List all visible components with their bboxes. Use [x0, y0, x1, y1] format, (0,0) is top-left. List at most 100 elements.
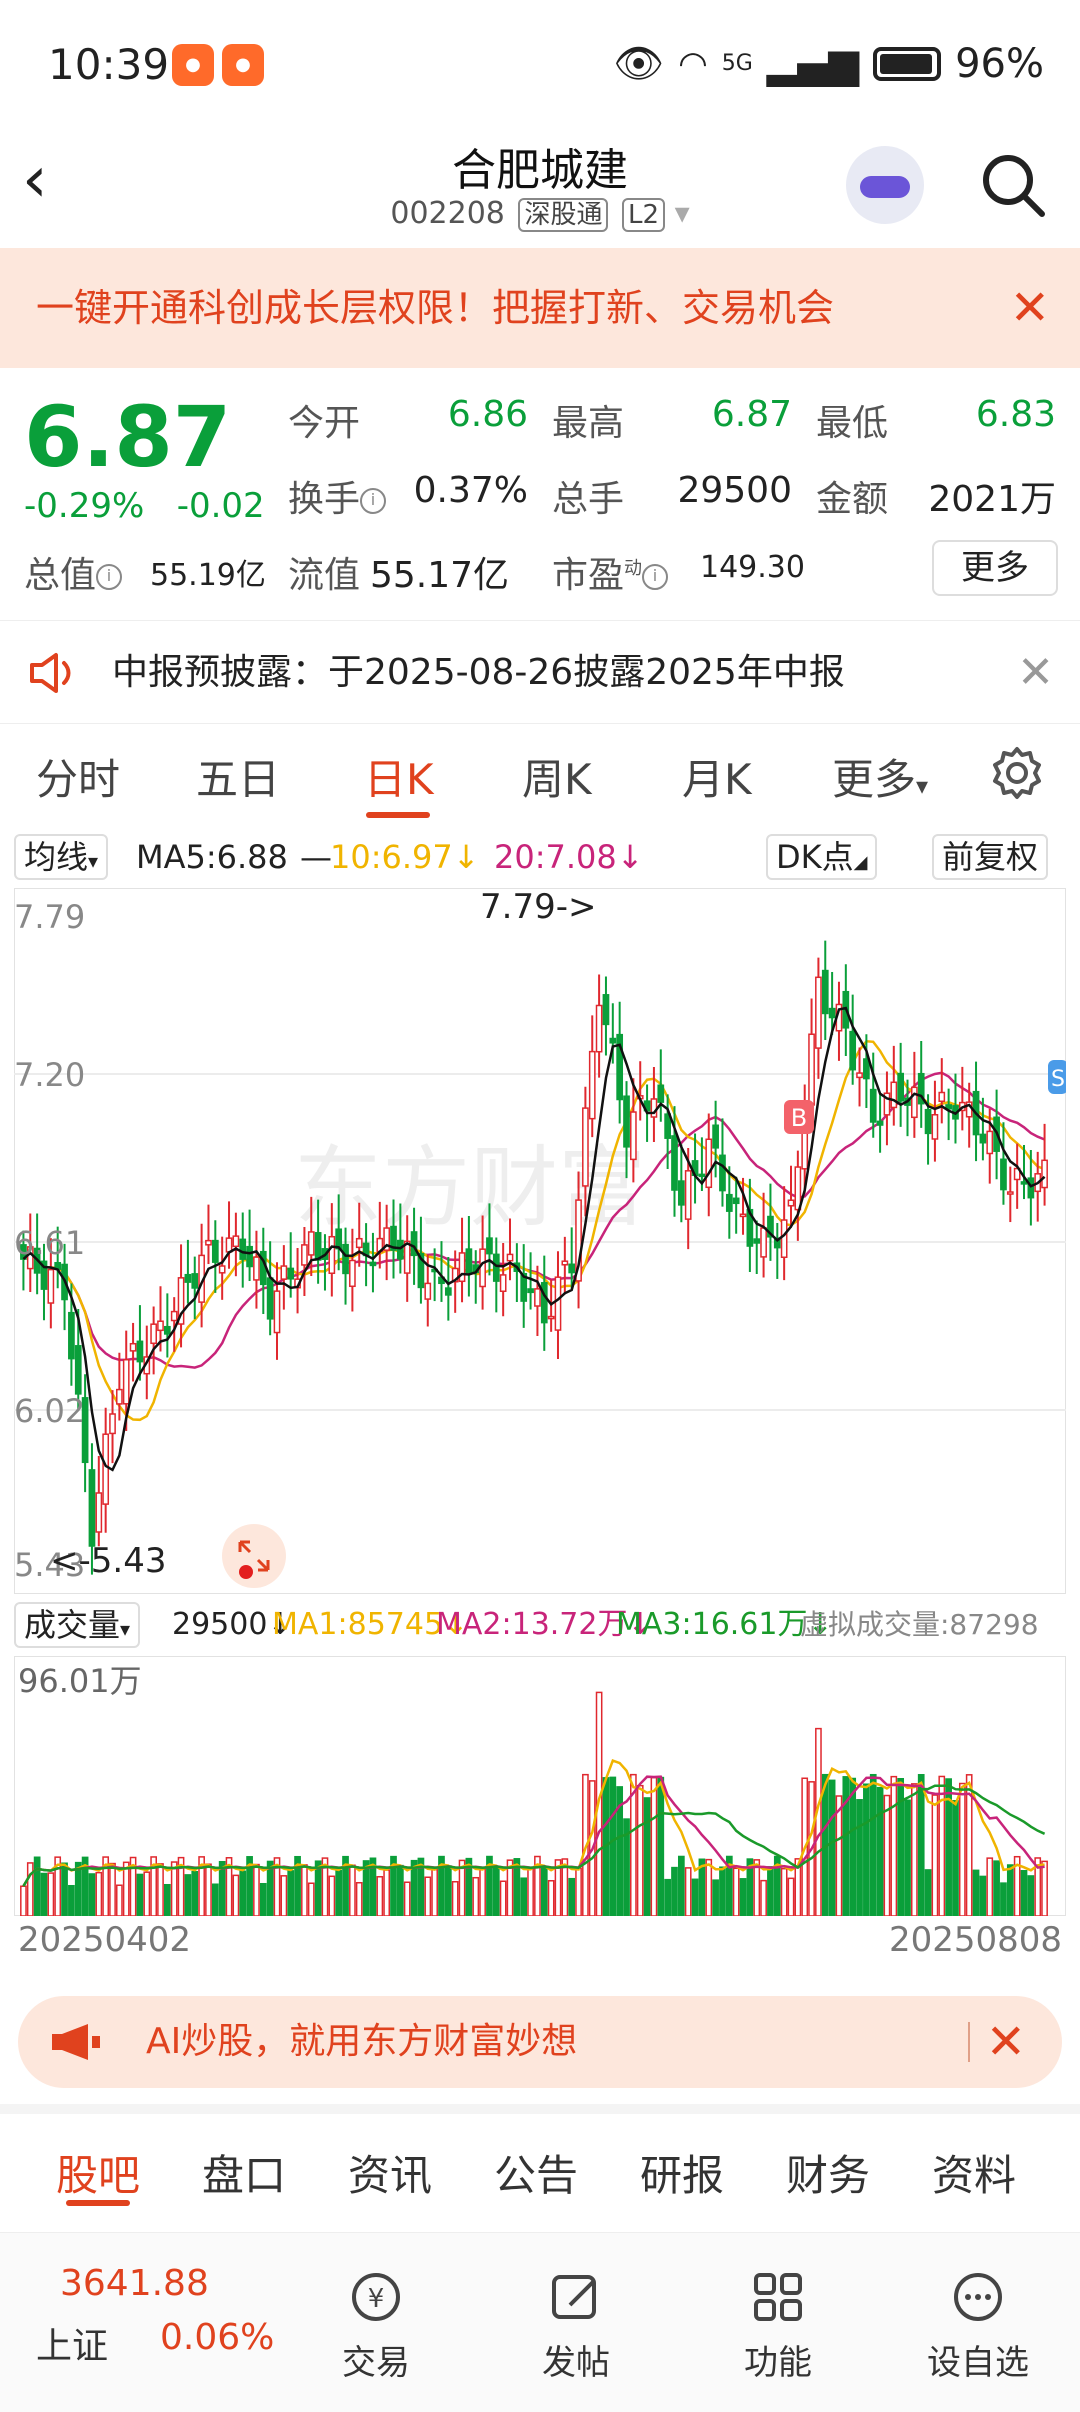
price-change: -0.29% -0.02: [24, 486, 265, 526]
volume-bar: [26, 1862, 34, 1916]
tab-news[interactable]: 资讯: [348, 2142, 432, 2203]
candle-body: [815, 976, 822, 1049]
tab-profile[interactable]: 资料: [932, 2142, 1016, 2203]
index-value: 3641.88: [60, 2263, 209, 2304]
mktcap-label[interactable]: 总值 i: [24, 546, 123, 598]
more-dots-icon: [954, 2273, 1002, 2321]
close-icon[interactable]: ✕: [986, 1996, 1026, 2088]
volume-bar: [472, 1876, 480, 1916]
index-percent: 0.06%: [160, 2317, 275, 2358]
volume-bar: [540, 1865, 548, 1916]
volume-bar: [239, 1870, 247, 1916]
candle-body: [444, 1287, 452, 1296]
y-tick-label: 7.79: [14, 898, 85, 936]
candle-body: [266, 1277, 274, 1320]
candle-body: [150, 1323, 157, 1345]
sell-marker: S: [1048, 1060, 1066, 1094]
tab-forum[interactable]: 股吧: [56, 2142, 140, 2203]
candle-body: [116, 1388, 123, 1405]
signal-label: 5G: [721, 51, 753, 76]
candlestick-chart[interactable]: 东方财富 7.797.206.616.025.43 7.79-> <-5.43 …: [14, 888, 1066, 1594]
candle-body: [568, 1263, 576, 1274]
volume-bar: [732, 1867, 740, 1916]
megaphone-icon: [52, 2024, 100, 2060]
quote-panel: 6.87 -0.29% -0.02 今开 6.86 最高 6.87 最低 6.8…: [0, 368, 1080, 618]
candle-body: [554, 1276, 562, 1331]
volume-bar: [74, 1861, 82, 1916]
volume-bar: [890, 1775, 898, 1916]
info-icon[interactable]: i: [360, 488, 387, 514]
volume-bar: [931, 1794, 939, 1916]
tab-orderbook[interactable]: 盘口: [202, 2142, 286, 2203]
promo-banner[interactable]: 一键开通科创成长层权限！把握打新、交易机会 ✕: [0, 248, 1080, 368]
volume-bar: [753, 1859, 761, 1916]
volume-bar: [47, 1872, 55, 1916]
candle-body: [780, 1219, 788, 1258]
high-label: 最高: [552, 403, 625, 444]
add-watchlist-button[interactable]: 设自选: [898, 2269, 1058, 2384]
svg-text:S: S: [1051, 1067, 1065, 1092]
volume-bar: [568, 1877, 576, 1916]
wifi-icon: ◠: [678, 43, 708, 84]
trade-button[interactable]: ¥ 交易: [296, 2269, 456, 2384]
volume-bar: [403, 1881, 411, 1916]
change-value: -0.02: [176, 486, 265, 526]
volume-bar: [109, 1862, 116, 1916]
dk-point-select[interactable]: DK点◢: [766, 834, 878, 880]
more-button[interactable]: 更多: [932, 540, 1058, 596]
candle-body: [753, 1238, 761, 1244]
tab-financials[interactable]: 财务: [786, 2142, 870, 2203]
divider: [968, 2022, 970, 2062]
tab-weekly-k[interactable]: 周K: [522, 746, 592, 807]
volume-indicator-select[interactable]: 成交量▾: [14, 1602, 141, 1648]
adjust-select[interactable]: 前复权: [932, 834, 1049, 880]
candle-body: [657, 1084, 665, 1103]
volume-bar: [609, 1776, 617, 1916]
tab-five-day[interactable]: 五日: [196, 746, 280, 807]
candle-body: [808, 1033, 815, 1106]
candle-body: [246, 1245, 253, 1268]
ma20-value: 20:7.08↓: [494, 838, 644, 876]
post-button[interactable]: 发帖: [496, 2269, 656, 2384]
close-icon[interactable]: ✕: [1010, 248, 1050, 368]
candle-body: [869, 1088, 877, 1123]
tab-research[interactable]: 研报: [640, 2142, 724, 2203]
volume-bar: [349, 1864, 356, 1916]
volume-bar: [849, 1777, 857, 1916]
candle-body: [232, 1235, 240, 1248]
ai-assistant-icon[interactable]: [846, 146, 924, 224]
volume-bar: [492, 1865, 500, 1916]
volume-bar: [780, 1867, 788, 1916]
tab-daily-k[interactable]: 日K: [364, 746, 434, 807]
search-icon[interactable]: [978, 150, 1048, 220]
volume-bar: [205, 1863, 212, 1916]
expand-icon[interactable]: [222, 1524, 286, 1588]
close-icon[interactable]: ✕: [1017, 621, 1054, 725]
settings-gear-icon[interactable]: [988, 744, 1046, 802]
volume-chart[interactable]: 96.01万: [14, 1656, 1066, 1916]
volume-max-label: 96.01万: [18, 1662, 142, 1700]
tab-intraday[interactable]: 分时: [36, 746, 120, 807]
add-watchlist-label: 设自选: [927, 2343, 1029, 2383]
tab-announcements[interactable]: 公告: [494, 2142, 578, 2203]
candle-body: [986, 1130, 994, 1155]
candle-body: [355, 1237, 363, 1249]
pe-label[interactable]: 市盈动 i: [552, 546, 669, 598]
turnover-label[interactable]: 换手 i: [288, 470, 387, 522]
info-icon[interactable]: i: [642, 564, 669, 590]
tab-more[interactable]: 更多▾: [832, 746, 928, 807]
volume-bar: [33, 1856, 41, 1916]
candle-body: [68, 1311, 75, 1360]
functions-button[interactable]: 功能: [698, 2269, 858, 2384]
volume-bar: [684, 1867, 692, 1916]
amount-value: 2021万: [928, 479, 1056, 520]
candle-body: [479, 1248, 486, 1288]
info-icon[interactable]: i: [96, 564, 123, 590]
ai-banner[interactable]: AI炒股，就用东方财富妙想 ✕: [18, 1996, 1062, 2088]
content-tabs: 股吧 盘口 资讯 公告 研报 财务 资料: [0, 2104, 1080, 2216]
volume-bar: [287, 1870, 295, 1916]
ma5-swatch: —: [300, 838, 332, 876]
notice-bar[interactable]: 中报预披露：于2025-08-26披露2025年中报 ✕: [0, 620, 1080, 724]
indicator-select[interactable]: 均线▾: [14, 834, 109, 880]
tab-monthly-k[interactable]: 月K: [682, 746, 752, 807]
